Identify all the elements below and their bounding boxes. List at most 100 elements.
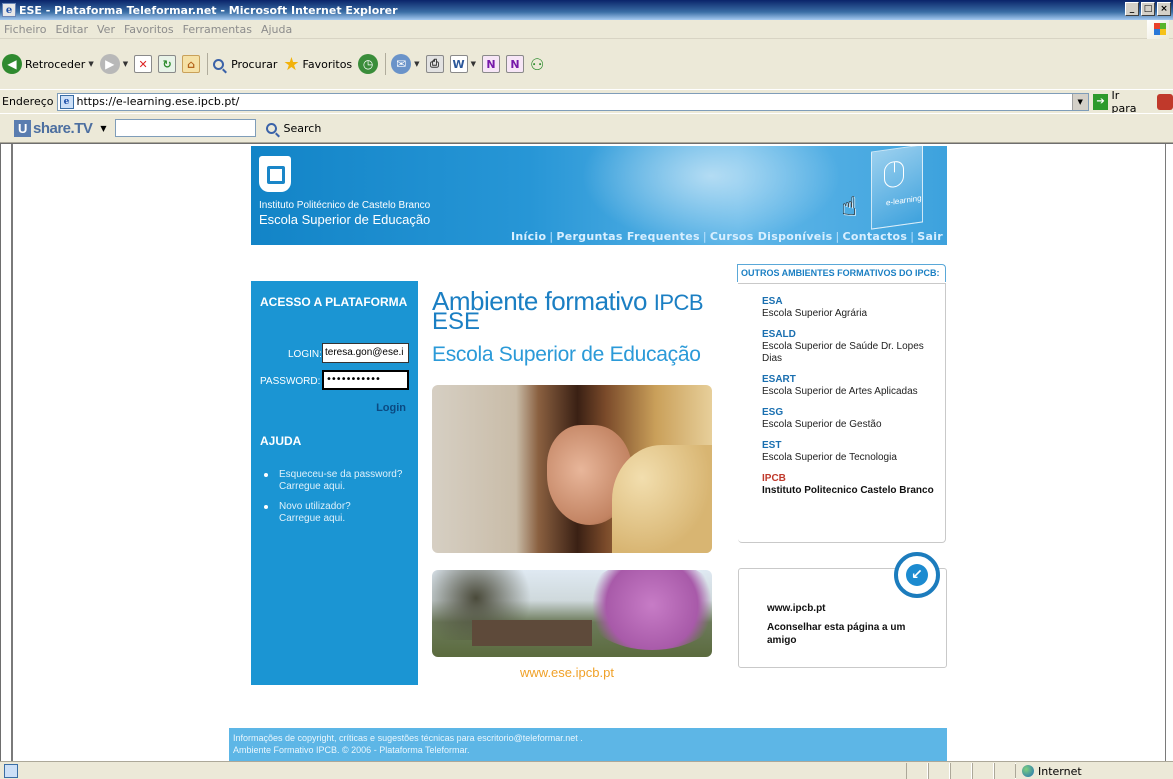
search-label: Procurar — [231, 57, 278, 71]
window-controls: _ □ × — [1125, 2, 1171, 16]
school-name: Escola Superior de Educação — [259, 212, 431, 227]
window-title: ESE - Plataforma Teleformar.net - Micros… — [19, 3, 398, 17]
school-abbr: ESART — [762, 374, 796, 385]
forward-button[interactable]: ▶ ▼ — [99, 54, 129, 74]
help-item-line: Carregue aqui. — [279, 481, 346, 492]
others-title: OUTROS AMBIENTES FORMATIVOS DO IPCB: — [741, 268, 940, 278]
minimize-button[interactable]: _ — [1125, 2, 1139, 16]
status-cells — [906, 763, 1016, 779]
globe-icon — [1022, 765, 1034, 777]
school-item-ipcb[interactable]: IPCB Instituto Politecnico Castelo Branc… — [762, 473, 942, 497]
school-full-name: Escola Superior Agrária — [762, 308, 868, 319]
address-input[interactable]: e https://e-learning.ese.ipcb.pt/ ▼ — [56, 92, 1089, 111]
page-title-ese: ESE — [432, 308, 481, 335]
history-button[interactable]: ◷ — [358, 54, 379, 74]
school-full-name: Instituto Politecnico Castelo Branco — [762, 485, 934, 496]
home-button[interactable]: ⌂ — [182, 55, 201, 73]
menu-favoritos[interactable]: Favoritos — [124, 23, 174, 36]
extension-icon[interactable] — [1157, 93, 1173, 110]
word-icon: W — [449, 55, 468, 73]
help-item-line: Carregue aqui. — [279, 513, 346, 524]
print-button[interactable]: ⎙ — [425, 55, 444, 73]
address-label: Endereço — [2, 95, 54, 108]
school-item-est[interactable]: EST Escola Superior de Tecnologia — [762, 440, 942, 464]
stop-icon: ✕ — [134, 55, 153, 73]
login-input[interactable]: teresa.gon@ese.i — [322, 343, 409, 363]
messenger-button[interactable]: ⚇ — [530, 55, 544, 74]
mouse-icon — [884, 160, 904, 189]
onenote-icon: N — [481, 55, 500, 73]
sharetv-search-input[interactable] — [114, 119, 256, 137]
school-item-esg[interactable]: ESG Escola Superior de Gestão — [762, 407, 942, 431]
ipcb-site-link[interactable]: www.ipcb.pt — [767, 603, 826, 614]
sharetv-search-button[interactable]: Search — [265, 122, 321, 135]
school-abbr: ESG — [762, 407, 784, 418]
school-item-esart[interactable]: ESART Escola Superior de Artes Aplicadas — [762, 374, 942, 398]
nav-inicio[interactable]: Início — [511, 230, 546, 243]
onenote-send-button[interactable]: N — [505, 55, 524, 73]
back-button[interactable]: ◀ Retroceder ▼ — [2, 54, 94, 74]
password-input[interactable]: ••••••••••• — [322, 370, 409, 390]
main-nav: Início | Perguntas Frequentes | Cursos Dispo… — [510, 230, 943, 243]
school-full-name: Escola Superior de Gestão — [762, 419, 882, 430]
help-new-user-link[interactable]: Novo utilizador? Carregue aqui. — [261, 501, 411, 525]
address-dropdown-button[interactable]: ▼ — [1071, 93, 1088, 110]
stop-button[interactable]: ✕ — [134, 55, 153, 73]
toolbar-separator — [385, 53, 387, 75]
links-arrow-badge: ↙ — [894, 552, 940, 598]
nav-sair[interactable]: Sair — [917, 230, 943, 243]
refresh-button[interactable]: ↻ — [158, 55, 177, 73]
nav-perguntas-frequentes[interactable]: Perguntas Frequentes — [556, 230, 700, 243]
menu-ficheiro[interactable]: Ficheiro — [4, 23, 46, 36]
chevron-down-icon: ▼ — [470, 60, 476, 68]
forward-arrow-icon: ▶ — [99, 54, 120, 74]
windows-logo-icon — [1147, 20, 1169, 39]
chevron-down-icon: ▼ — [88, 60, 94, 68]
close-button[interactable]: × — [1157, 2, 1171, 16]
login-button[interactable]: Login — [376, 402, 406, 414]
school-item-esald[interactable]: ESALD Escola Superior de Saúde Dr. Lopes… — [762, 329, 942, 365]
school-abbr: EST — [762, 440, 782, 451]
menu-editar[interactable]: Editar — [55, 23, 88, 36]
photo-building-shape — [472, 620, 592, 646]
search-icon — [213, 58, 225, 70]
footer-line: Ambiente Formativo IPCB. © 2006 - Plataf… — [233, 745, 470, 755]
nav-contactos[interactable]: Contactos — [843, 230, 908, 243]
onenote-button[interactable]: N — [481, 55, 500, 73]
word-button[interactable]: W ▼ — [449, 55, 476, 73]
toolbar-separator — [207, 53, 209, 75]
school-full-name: Escola Superior de Artes Aplicadas — [762, 386, 918, 397]
favorites-label: Favoritos — [302, 57, 353, 71]
nav-cursos-disponiveis[interactable]: Cursos Disponíveis — [710, 230, 833, 243]
page-title-ipcb: IPCB — [653, 290, 704, 315]
chevron-down-icon: ▼ — [122, 60, 129, 68]
menu-ajuda[interactable]: Ajuda — [261, 23, 292, 36]
school-abbr: IPCB — [762, 473, 786, 484]
maximize-button[interactable]: □ — [1141, 2, 1155, 16]
page-viewport: Instituto Politécnico de Castelo Branco … — [0, 143, 1173, 761]
hand-pointer-cursor-icon: ☝ — [841, 192, 857, 222]
page-icon: e — [59, 94, 74, 109]
help-forgot-password-link[interactable]: Esqueceu-se da password? Carregue aqui. — [261, 469, 411, 493]
status-bar: Internet — [0, 761, 1173, 779]
school-site-link[interactable]: www.ese.ipcb.pt — [520, 665, 614, 680]
help-item-line: Novo utilizador? — [279, 501, 351, 512]
search-icon — [265, 122, 277, 134]
go-button[interactable]: ➔ Ir para — [1092, 89, 1148, 115]
search-button[interactable]: Procurar — [213, 58, 277, 71]
school-item-esa[interactable]: ESA Escola Superior Agrária — [762, 296, 942, 320]
address-url: https://e-learning.ese.ipcb.pt/ — [76, 95, 240, 108]
school-abbr: ESALD — [762, 329, 796, 340]
ie-icon: e — [2, 3, 16, 17]
menu-ferramentas[interactable]: Ferramentas — [183, 23, 252, 36]
menu-ver[interactable]: Ver — [97, 23, 115, 36]
menu-bar: Ficheiro Editar Ver Favoritos Ferramenta… — [0, 20, 1173, 39]
sharetv-logo[interactable]: U share.TV — [14, 119, 93, 137]
favorites-button[interactable]: ★ Favoritos — [283, 54, 352, 75]
help-title: AJUDA — [260, 434, 302, 448]
chevron-down-icon[interactable]: ▼ — [100, 124, 106, 133]
recommend-page-link[interactable]: Aconselhar esta página a um amigo — [767, 621, 927, 647]
arrow-down-left-icon: ↙ — [911, 567, 923, 583]
standard-toolbar: ◀ Retroceder ▼ ▶ ▼ ✕ ↻ ⌂ Procurar ★ Favo… — [0, 39, 1173, 89]
mail-button[interactable]: ✉ ▼ — [391, 54, 420, 74]
